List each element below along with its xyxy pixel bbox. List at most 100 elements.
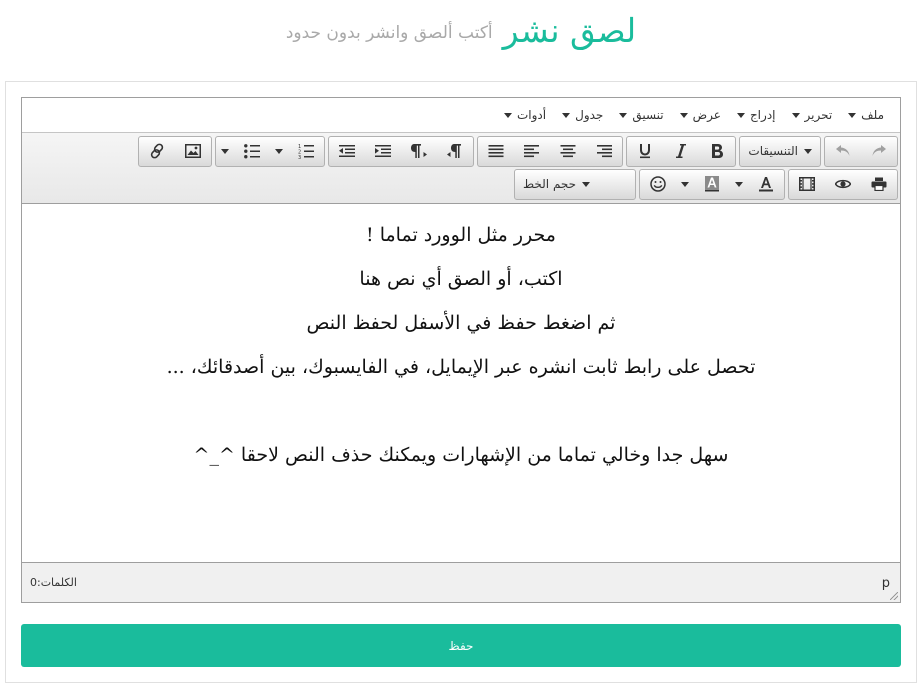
font-size-dropdown-label: حجم الخط xyxy=(523,177,577,191)
menu-format[interactable]: تنسيق xyxy=(613,108,669,122)
chevron-down-icon xyxy=(562,112,571,118)
view-group xyxy=(788,168,898,200)
content-line-empty xyxy=(22,394,900,438)
rich-text-editor: ملف تحرير إدراج عرض تنسيق جدول أدوات الت… xyxy=(21,97,901,603)
menu-file[interactable]: ملف xyxy=(842,108,890,122)
save-button[interactable]: حفظ xyxy=(21,624,901,667)
resize-handle[interactable] xyxy=(890,592,898,600)
rtl-paragraph-icon xyxy=(447,144,462,158)
content-line: سهل جدا وخالي تماما من الإشهارات ويمكنك … xyxy=(193,444,729,466)
svg-text:3: 3 xyxy=(298,155,301,159)
bold-icon xyxy=(712,144,724,158)
smiley-icon xyxy=(650,176,666,192)
preview-button[interactable] xyxy=(825,170,861,199)
bullet-list-button[interactable] xyxy=(234,137,270,166)
background-color-icon xyxy=(705,176,719,192)
underline-button[interactable] xyxy=(627,137,663,166)
print-button[interactable] xyxy=(861,170,897,199)
insert-image-button[interactable] xyxy=(175,137,211,166)
rtl-button[interactable] xyxy=(437,137,473,166)
content-line: اكتب، أو الصق أي نص هنا xyxy=(359,268,563,290)
editor-content-area[interactable]: محرر مثل الوورد تماما ! اكتب، أو الصق أي… xyxy=(22,204,900,563)
align-center-icon xyxy=(560,145,576,158)
menu-edit-label: تحرير xyxy=(804,108,833,122)
bold-button[interactable] xyxy=(699,137,735,166)
numbered-list-icon: 123 xyxy=(298,144,315,159)
redo-button[interactable] xyxy=(861,137,897,166)
menu-view[interactable]: عرض xyxy=(674,108,727,122)
menu-tools[interactable]: أدوات xyxy=(498,108,552,122)
chevron-down-icon xyxy=(791,112,800,118)
direction-indent-group xyxy=(328,135,475,167)
text-color-menu-button[interactable] xyxy=(730,170,748,199)
background-color-button[interactable] xyxy=(694,170,730,199)
site-logo[interactable]: لصق نشر xyxy=(503,11,637,50)
toolbar-row-2: حجم الخط xyxy=(514,168,898,200)
editor-statusbar: p الكلمات:0 xyxy=(22,564,900,602)
alignment-group xyxy=(477,135,624,167)
indent-button[interactable] xyxy=(365,137,401,166)
underline-icon xyxy=(640,144,651,159)
font-size-dropdown[interactable]: حجم الخط xyxy=(515,170,635,199)
editor-toolbar: التنسيقات 1 2 3 حجم الخط xyxy=(22,133,900,204)
menu-table[interactable]: جدول xyxy=(556,108,609,122)
chevron-down-icon xyxy=(582,181,591,187)
styles-group: التنسيقات xyxy=(739,135,821,167)
chevron-down-icon xyxy=(275,148,284,154)
text-format-group xyxy=(626,135,737,167)
image-icon xyxy=(185,144,202,158)
align-left-icon xyxy=(524,145,540,158)
menu-format-label: تنسيق xyxy=(632,108,664,122)
insert-media-button[interactable] xyxy=(789,170,825,199)
font-size-group: حجم الخط xyxy=(514,168,636,200)
chevron-down-icon xyxy=(679,112,688,118)
word-count-label: الكلمات: xyxy=(37,576,77,589)
italic-icon xyxy=(676,144,687,158)
menu-edit[interactable]: تحرير xyxy=(786,108,839,122)
word-count-value: 0 xyxy=(30,576,37,589)
align-right-icon xyxy=(597,145,613,158)
align-center-button[interactable] xyxy=(550,137,586,166)
insert-group xyxy=(138,135,213,167)
eye-icon xyxy=(835,179,851,189)
chevron-down-icon xyxy=(504,112,512,118)
link-icon xyxy=(151,143,164,159)
content-line: محرر مثل الوورد تماما ! xyxy=(366,224,556,246)
align-right-button[interactable] xyxy=(586,137,622,166)
menu-tools-label: أدوات xyxy=(517,108,547,122)
align-justify-button[interactable] xyxy=(478,137,514,166)
list-group: 123 xyxy=(215,135,326,167)
chevron-down-icon xyxy=(619,112,628,118)
italic-button[interactable] xyxy=(663,137,699,166)
undo-button[interactable] xyxy=(825,137,861,166)
bullet-list-menu-button[interactable] xyxy=(216,137,234,166)
film-icon xyxy=(799,177,815,191)
outdent-button[interactable] xyxy=(329,137,365,166)
insert-link-button[interactable] xyxy=(139,137,175,166)
menu-view-label: عرض xyxy=(692,108,721,122)
word-count: الكلمات:0 xyxy=(30,576,77,589)
styles-dropdown[interactable]: التنسيقات xyxy=(740,137,820,166)
numbered-list-menu-button[interactable] xyxy=(270,137,288,166)
align-left-button[interactable] xyxy=(514,137,550,166)
chevron-down-icon xyxy=(681,181,689,187)
emoticons-button[interactable] xyxy=(640,170,676,199)
chevron-down-icon xyxy=(735,181,743,187)
element-path[interactable]: p xyxy=(882,576,890,591)
align-justify-icon xyxy=(488,145,504,158)
background-color-menu-button[interactable] xyxy=(676,170,694,199)
menu-insert[interactable]: إدراج xyxy=(731,108,782,122)
numbered-list-button[interactable]: 123 xyxy=(288,137,324,166)
menu-table-label: جدول xyxy=(575,108,604,122)
text-color-button[interactable] xyxy=(748,170,784,199)
content-line: ثم اضغط حفظ في الأسفل لحفظ النص xyxy=(306,312,616,334)
content-line: تحصل على رابط ثابت انشره عبر الإيمايل، ف… xyxy=(166,356,756,378)
toolbar-row-1: التنسيقات 1 2 3 xyxy=(138,135,898,167)
outdent-icon xyxy=(339,145,356,157)
site-tagline: أكتب ألصق وانشر بدون حدود xyxy=(285,23,493,43)
chevron-down-icon xyxy=(221,148,230,154)
bullet-list-icon xyxy=(244,144,261,159)
ltr-button[interactable] xyxy=(401,137,437,166)
text-color-icon xyxy=(759,177,773,192)
indent-icon xyxy=(375,145,392,157)
